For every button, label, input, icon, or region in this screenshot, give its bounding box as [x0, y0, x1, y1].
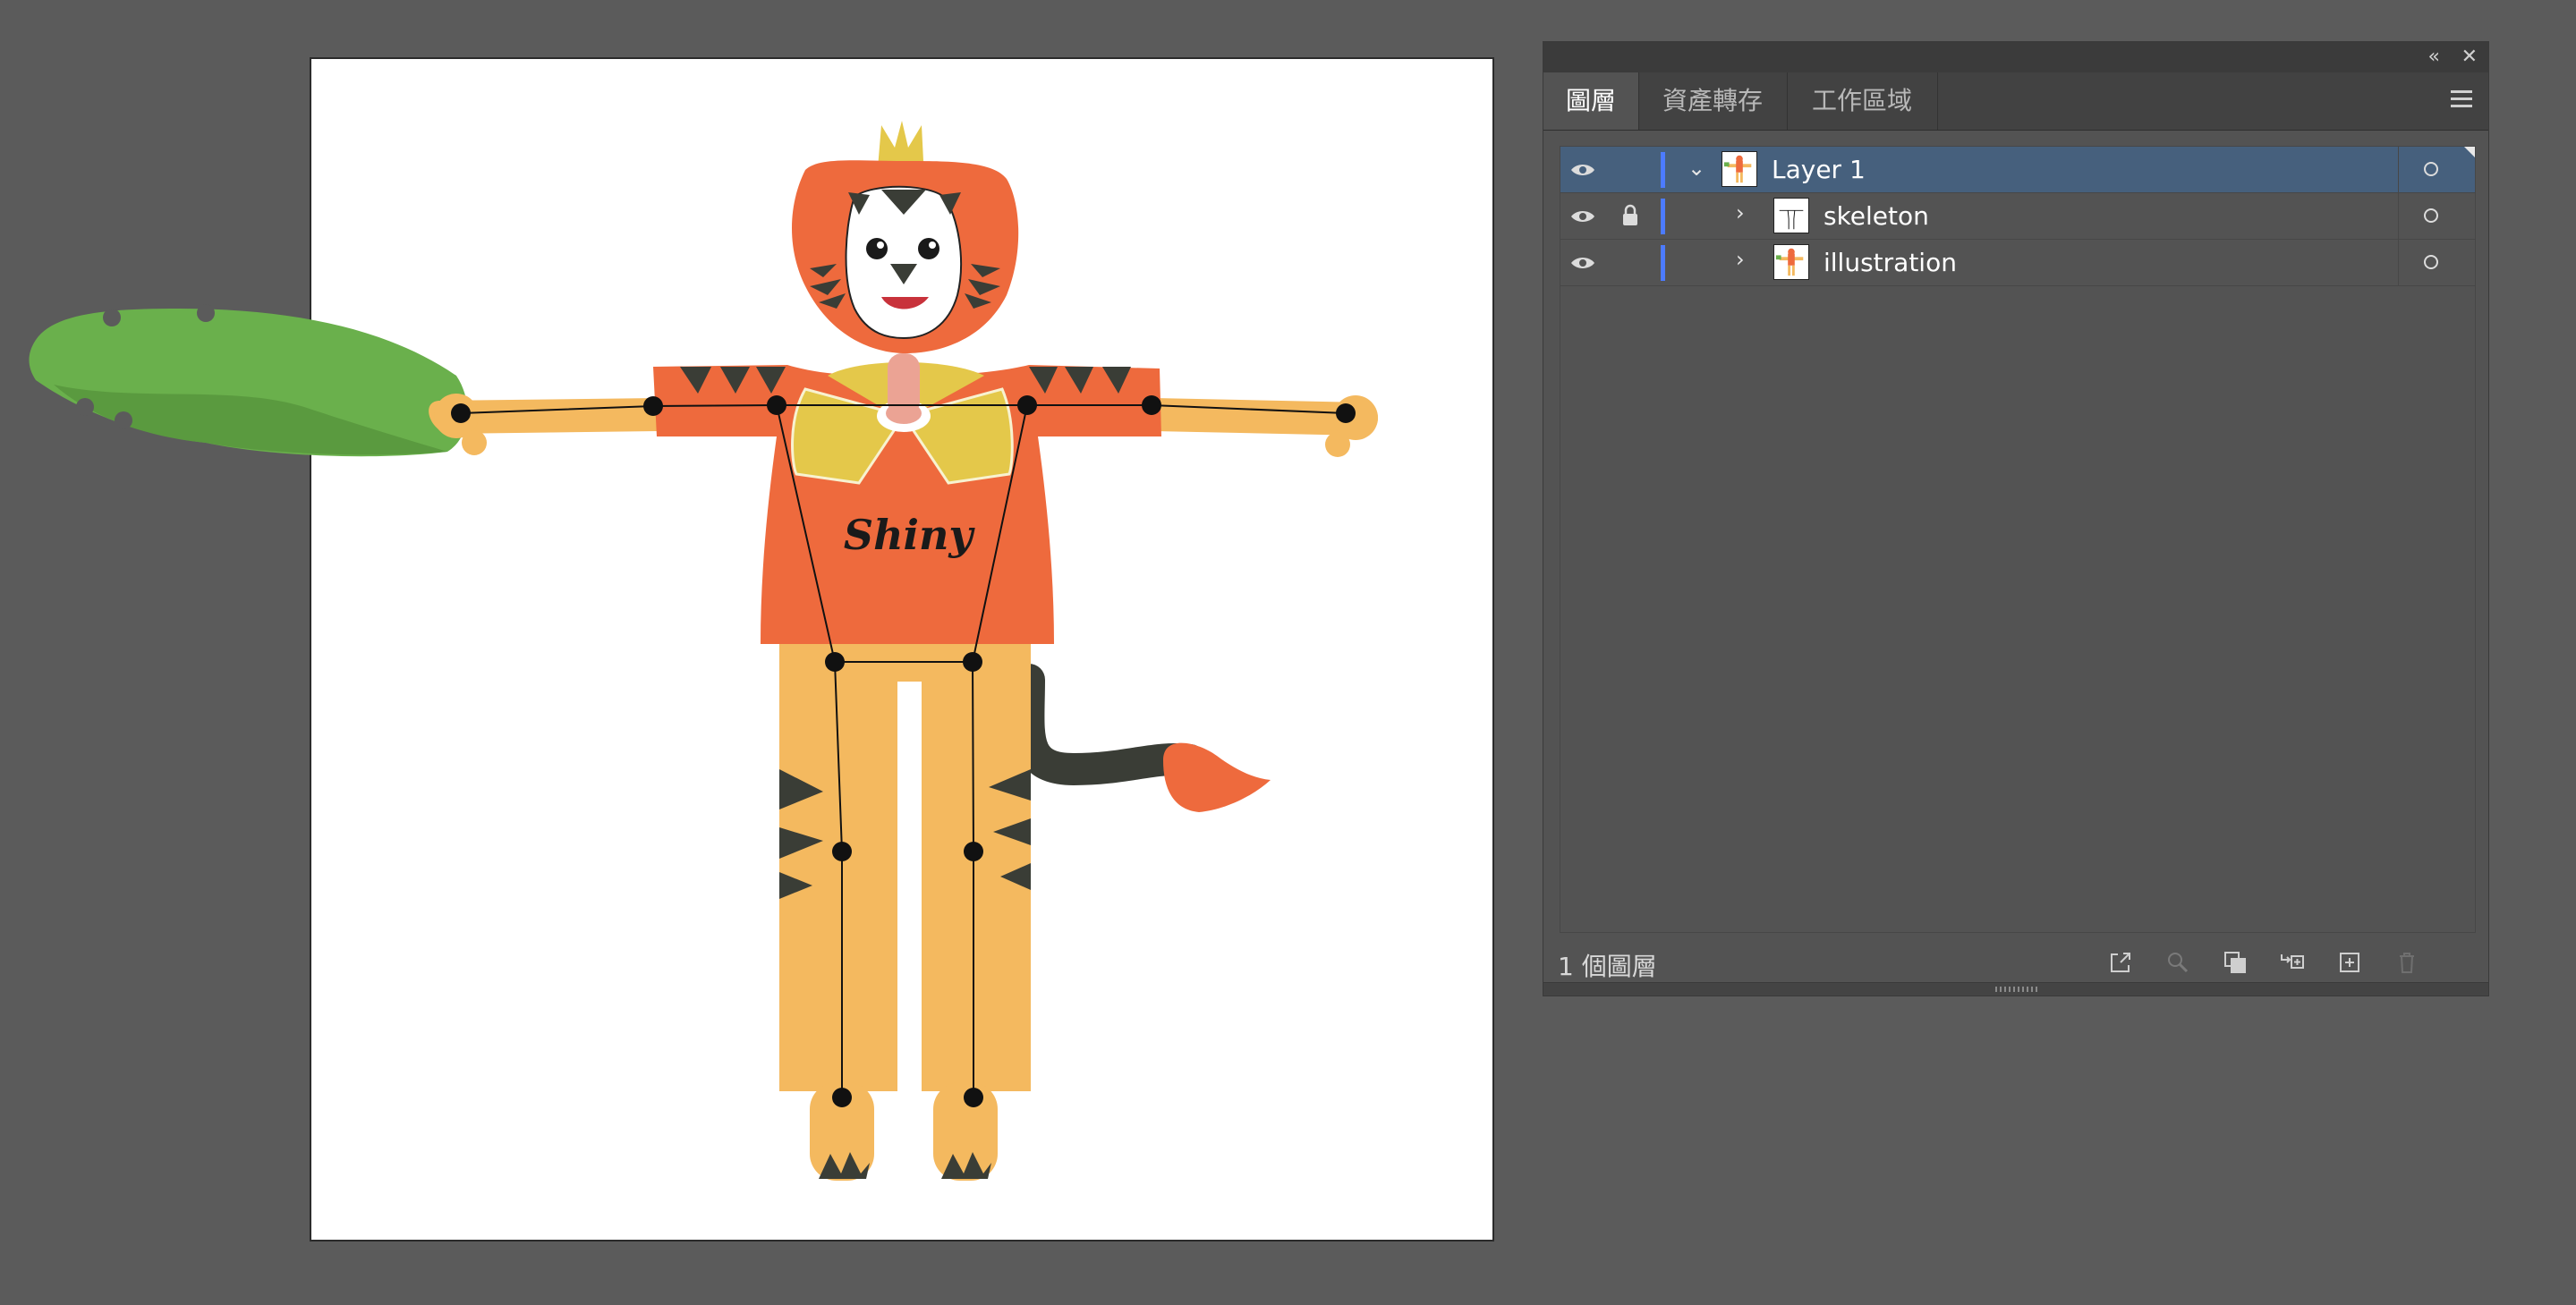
layer-thumbnail [1773, 244, 1809, 280]
layer-color-indicator [1661, 199, 1665, 234]
tab-artboards[interactable]: 工作區域 [1787, 72, 1938, 130]
layer-color-indicator [1661, 152, 1665, 188]
eye-icon[interactable] [1569, 162, 1596, 178]
eye-icon[interactable] [1569, 208, 1596, 225]
panel-tabbar: 圖層 資產轉存 工作區域 [1543, 72, 2488, 131]
layer-list: ⌄ Layer 1 › skeleton › illustration [1560, 146, 2476, 933]
target-circle-icon[interactable] [2424, 208, 2438, 223]
selection-indicator [2464, 147, 2475, 157]
close-icon[interactable]: ✕ [2461, 46, 2478, 69]
legs-illustration[interactable] [779, 644, 1031, 1181]
shirt-illustration[interactable]: Shiny [653, 353, 1161, 644]
shirt-text: Shiny [844, 511, 976, 559]
target-circle-icon[interactable] [2424, 255, 2438, 269]
layers-panel: « ✕ 圖層 資產轉存 工作區域 ⌄ Layer 1 › skeleton › … [1543, 41, 2489, 996]
trash-icon [2400, 953, 2414, 973]
layer-thumbnail [1722, 151, 1757, 187]
eye-icon[interactable] [1569, 255, 1596, 271]
target-circle-icon[interactable] [2424, 162, 2438, 176]
layer-row-skeleton[interactable]: › skeleton [1560, 193, 2475, 240]
layer-row-layer-1[interactable]: ⌄ Layer 1 [1560, 147, 2475, 193]
chevron-right-icon[interactable]: › [1736, 249, 1754, 270]
layer-name[interactable]: illustration [1824, 240, 1957, 286]
head-illustration[interactable] [792, 121, 1019, 353]
leaf-illustration[interactable] [29, 304, 468, 457]
tab-layers[interactable]: 圖層 [1543, 72, 1639, 130]
panel-footer: 1 個圖層 [1543, 940, 2488, 983]
layer-name[interactable]: skeleton [1824, 193, 1929, 240]
search-icon [2168, 953, 2189, 973]
panel-titlebar[interactable]: « ✕ [1543, 42, 2488, 73]
lock-icon[interactable] [1621, 204, 1639, 227]
panel-resize-handle[interactable] [1543, 982, 2488, 996]
chevron-right-icon[interactable]: › [1736, 202, 1754, 224]
layer-thumbnail [1773, 198, 1809, 233]
tail-illustration[interactable] [1012, 664, 1271, 812]
tab-asset-export[interactable]: 資產轉存 [1638, 72, 1788, 130]
hamburger-menu-icon[interactable] [2451, 90, 2472, 112]
move-to-layer-icon[interactable] [2279, 949, 2306, 976]
layer-row-illustration[interactable]: › illustration [1560, 240, 2475, 286]
layer-name[interactable]: Layer 1 [1772, 147, 1866, 193]
layer-count: 1 個圖層 [1558, 952, 1657, 981]
new-layer-icon[interactable] [2336, 949, 2363, 976]
clipping-mask-icon[interactable] [2222, 949, 2249, 976]
export-icon[interactable] [2107, 949, 2134, 976]
chevron-down-icon[interactable]: ⌄ [1688, 157, 1705, 179]
double-chevron-left-icon[interactable]: « [2428, 46, 2440, 69]
layer-color-indicator [1661, 245, 1665, 281]
